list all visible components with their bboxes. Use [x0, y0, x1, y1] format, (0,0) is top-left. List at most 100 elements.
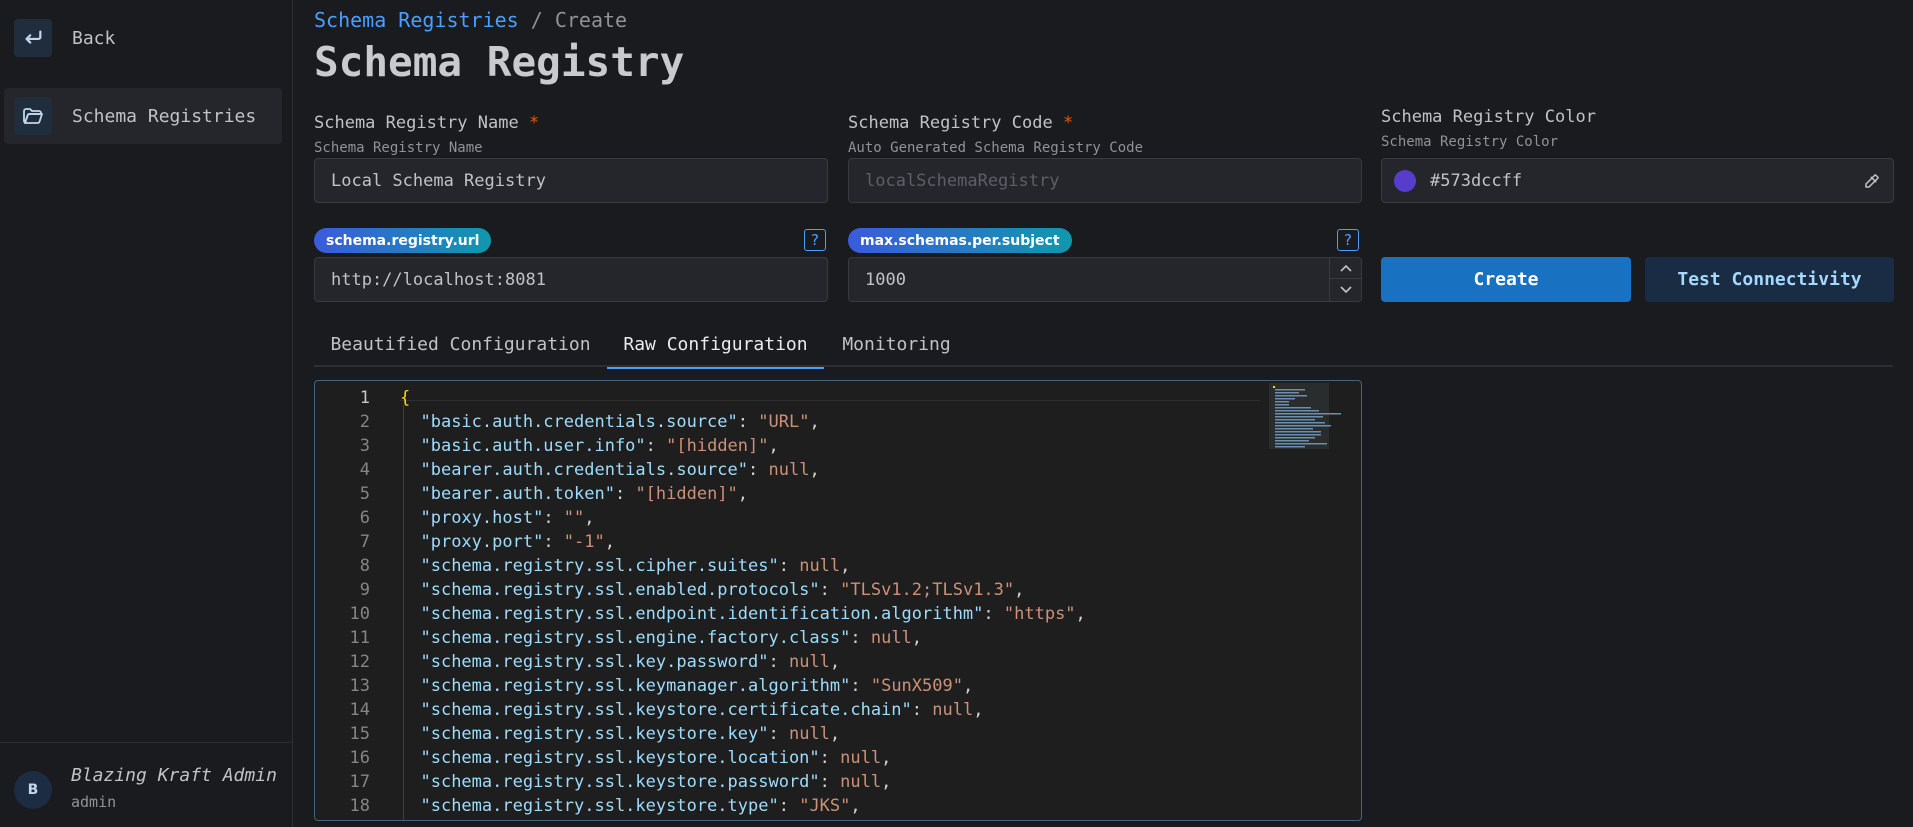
max-schemas-help-icon[interactable]: ?: [1337, 229, 1359, 251]
code-line[interactable]: 12 "schema.registry.ssl.key.password": n…: [315, 650, 1345, 674]
schema-registry-color-input[interactable]: #573dccff: [1381, 158, 1894, 203]
json-value: null: [870, 628, 912, 648]
code-text: "schema.registry.ssl.cipher.suites": nul…: [420, 556, 851, 576]
breadcrumb-current: Create: [554, 8, 628, 32]
code-text: "basic.auth.user.info": "[hidden]",: [420, 436, 779, 456]
line-number: 10: [349, 604, 370, 624]
back-button[interactable]: Back: [4, 10, 282, 66]
json-value: null: [788, 652, 830, 672]
json-value: "[hidden]": [666, 436, 769, 456]
avatar: B: [14, 771, 52, 809]
line-number: 14: [349, 700, 370, 720]
line-number: 9: [359, 580, 370, 600]
line-number: 5: [359, 484, 370, 504]
code-editor[interactable]: 1{2 "basic.auth.credentials.source": "UR…: [314, 380, 1362, 821]
tab-raw-configuration[interactable]: Raw Configuration: [607, 322, 824, 369]
folder-icon: [14, 97, 52, 135]
json-value: null: [932, 700, 974, 720]
name-field-label: Schema Registry Name *: [314, 113, 539, 133]
color-swatch[interactable]: [1394, 169, 1416, 192]
tab-beautified-configuration[interactable]: Beautified Configuration: [314, 322, 607, 367]
code-line[interactable]: 18 "schema.registry.ssl.keystore.type": …: [315, 794, 1345, 818]
json-key: "schema.registry.ssl.enabled.protocols": [420, 580, 820, 600]
schema-registry-name-input[interactable]: Local Schema Registry: [314, 158, 828, 203]
code-input-placeholder: localSchemaRegistry: [865, 170, 1060, 191]
required-marker: *: [1062, 113, 1074, 133]
code-line[interactable]: 16 "schema.registry.ssl.keystore.locatio…: [315, 746, 1345, 770]
user-role: admin: [71, 793, 117, 811]
code-line[interactable]: 11 "schema.registry.ssl.engine.factory.c…: [315, 626, 1345, 650]
line-number: 1: [359, 388, 370, 408]
code-text: "schema.registry.ssl.keystore.password":…: [420, 772, 892, 792]
json-value: "URL": [758, 412, 810, 432]
max-schemas-number-input[interactable]: 1000: [848, 257, 1362, 302]
code-text: "schema.registry.ssl.keystore.type": "JK…: [420, 796, 861, 816]
json-key: "bearer.auth.token": [420, 484, 615, 504]
page-title: Schema Registry: [314, 38, 685, 86]
code-line[interactable]: 5 "bearer.auth.token": "[hidden]",: [315, 482, 1345, 506]
code-line[interactable]: 4 "bearer.auth.credentials.source": null…: [315, 458, 1345, 482]
eyedropper-icon[interactable]: [1863, 172, 1881, 195]
chevron-down-icon[interactable]: [1330, 279, 1361, 300]
code-line[interactable]: 10 "schema.registry.ssl.endpoint.identif…: [315, 602, 1345, 626]
breadcrumb-separator: /: [530, 8, 543, 32]
breadcrumb-link-schema-registries[interactable]: Schema Registries: [314, 8, 519, 32]
color-field-label: Schema Registry Color: [1381, 107, 1596, 127]
code-line[interactable]: 19 "schema.registry.ssl.protocol": "TLSv…: [315, 818, 1345, 821]
url-help-icon[interactable]: ?: [804, 229, 826, 251]
create-button[interactable]: Create: [1381, 257, 1631, 302]
test-connectivity-button[interactable]: Test Connectivity: [1645, 257, 1894, 302]
sidebar: Back Schema Registries B Blazing Kraft A…: [0, 0, 293, 827]
code-text: {: [400, 386, 410, 410]
code-line[interactable]: 1{: [315, 386, 1345, 410]
line-number: 17: [349, 772, 370, 792]
code-text: "proxy.port": "-1",: [420, 532, 615, 552]
config-tabs: Beautified Configuration Raw Configurati…: [314, 322, 1893, 369]
line-number: 11: [349, 628, 370, 648]
json-key: "schema.registry.ssl.protocol": [420, 820, 727, 821]
line-number: 13: [349, 676, 370, 696]
code-line[interactable]: 8 "schema.registry.ssl.cipher.suites": n…: [315, 554, 1345, 578]
code-line[interactable]: 15 "schema.registry.ssl.keystore.key": n…: [315, 722, 1345, 746]
code-text: "schema.registry.ssl.engine.factory.clas…: [420, 628, 923, 648]
code-line[interactable]: 9 "schema.registry.ssl.enabled.protocols…: [315, 578, 1345, 602]
line-number: 19: [315, 818, 370, 820]
code-line[interactable]: 14 "schema.registry.ssl.keystore.certifi…: [315, 698, 1345, 722]
json-key: "schema.registry.ssl.key.password": [420, 652, 769, 672]
tab-monitoring[interactable]: Monitoring: [824, 322, 969, 367]
main-content: Schema Registries / Create Schema Regist…: [294, 0, 1913, 827]
json-key: "schema.registry.ssl.keymanager.algorith…: [420, 676, 851, 696]
json-key: "schema.registry.ssl.endpoint.identifica…: [420, 604, 984, 624]
name-label-text: Schema Registry Name: [314, 113, 519, 133]
chevron-up-icon[interactable]: [1330, 258, 1361, 279]
code-line[interactable]: 13 "schema.registry.ssl.keymanager.algor…: [315, 674, 1345, 698]
name-input-value: Local Schema Registry: [331, 170, 546, 191]
code-field-description: Auto Generated Schema Registry Code: [848, 140, 1144, 156]
code-line[interactable]: 2 "basic.auth.credentials.source": "URL"…: [315, 410, 1345, 434]
json-value: null: [788, 724, 830, 744]
code-line[interactable]: 7 "proxy.port": "-1",: [315, 530, 1345, 554]
schema-registry-code-input: localSchemaRegistry: [848, 158, 1362, 203]
color-field-description: Schema Registry Color: [1381, 134, 1559, 150]
url-input-value: http://localhost:8081: [331, 269, 546, 290]
back-arrow-icon: [14, 19, 52, 57]
json-value: "": [563, 508, 585, 528]
json-key: "schema.registry.ssl.keystore.key": [420, 724, 769, 744]
json-value: "JKS": [799, 796, 851, 816]
editor-minimap[interactable]: [1269, 383, 1359, 451]
code-text: "proxy.host": "",: [420, 508, 595, 528]
number-stepper[interactable]: [1329, 258, 1361, 301]
user-profile[interactable]: B Blazing Kraft Admin admin: [0, 742, 293, 827]
user-name: Blazing Kraft Admin: [71, 765, 277, 786]
schema-registry-url-input[interactable]: http://localhost:8081: [314, 257, 828, 302]
json-key: "proxy.host": [420, 508, 544, 528]
line-number: 6: [359, 508, 370, 528]
color-input-value: #573dccff: [1430, 170, 1523, 191]
json-value: "[hidden]": [635, 484, 738, 504]
sidebar-item-schema-registries[interactable]: Schema Registries: [4, 88, 282, 144]
code-line[interactable]: 6 "proxy.host": "",: [315, 506, 1345, 530]
code-line[interactable]: 3 "basic.auth.user.info": "[hidden]",: [315, 434, 1345, 458]
json-key: "schema.registry.ssl.keystore.certificat…: [420, 700, 912, 720]
code-line[interactable]: 17 "schema.registry.ssl.keystore.passwor…: [315, 770, 1345, 794]
code-field-label: Schema Registry Code *: [848, 113, 1073, 133]
